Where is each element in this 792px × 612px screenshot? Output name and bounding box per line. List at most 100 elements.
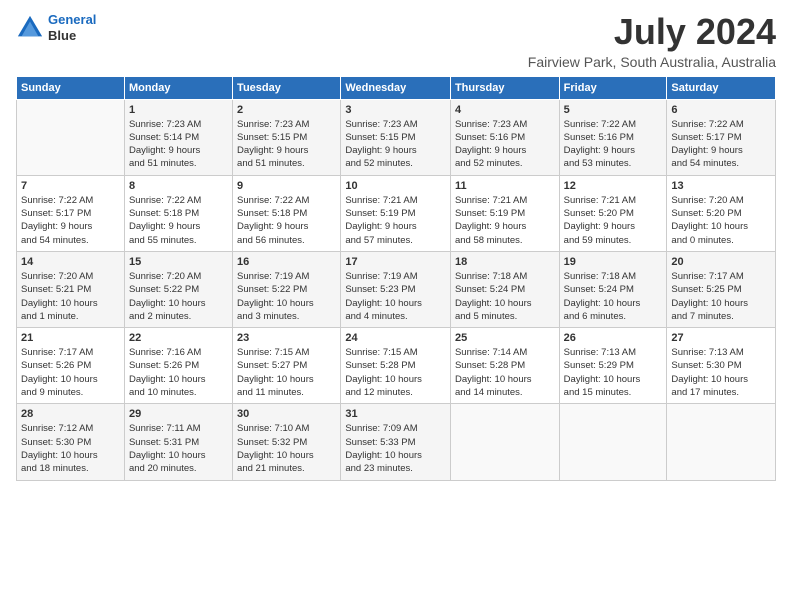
day-info: Sunrise: 7:21 AM Sunset: 5:20 PM Dayligh… (564, 194, 663, 247)
logo: General Blue (16, 12, 96, 43)
day-number: 27 (671, 332, 771, 344)
day-info: Sunrise: 7:20 AM Sunset: 5:21 PM Dayligh… (21, 270, 120, 323)
calendar-table: SundayMondayTuesdayWednesdayThursdayFrid… (16, 76, 776, 481)
day-number: 31 (345, 408, 446, 420)
day-number: 6 (671, 104, 771, 116)
header-day: Monday (124, 76, 232, 99)
day-info: Sunrise: 7:21 AM Sunset: 5:19 PM Dayligh… (345, 194, 446, 247)
calendar-cell: 17 Sunrise: 7:19 AM Sunset: 5:23 PM Dayli… (341, 251, 451, 327)
day-info: Sunrise: 7:17 AM Sunset: 5:26 PM Dayligh… (21, 346, 120, 399)
calendar-cell: 14Sunrise: 7:20 AM Sunset: 5:21 PM Dayli… (17, 251, 125, 327)
calendar-cell: 27 Sunrise: 7:13 AM Sunset: 5:30 PM Dayli… (667, 328, 776, 404)
day-info: Sunrise: 7:15 AM Sunset: 5:27 PM Dayligh… (237, 346, 336, 399)
calendar-cell: 26Sunrise: 7:13 AM Sunset: 5:29 PM Dayli… (559, 328, 667, 404)
day-info: Sunrise: 7:09 AM Sunset: 5:33 PM Dayligh… (345, 422, 446, 475)
day-number: 8 (129, 180, 228, 192)
day-info: Sunrise: 7:23 AM Sunset: 5:14 PM Dayligh… (129, 118, 228, 171)
day-number: 19 (564, 256, 663, 268)
calendar-cell: 15 Sunrise: 7:20 AM Sunset: 5:22 PM Dayli… (124, 251, 232, 327)
page: General Blue July 2024 Fairview Park, So… (0, 0, 792, 612)
day-number: 18 (455, 256, 555, 268)
day-info: Sunrise: 7:23 AM Sunset: 5:15 PM Dayligh… (345, 118, 446, 171)
calendar-cell: 5Sunrise: 7:22 AM Sunset: 5:16 PM Daylig… (559, 99, 667, 175)
day-info: Sunrise: 7:19 AM Sunset: 5:23 PM Dayligh… (345, 270, 446, 323)
calendar-cell: 22 Sunrise: 7:16 AM Sunset: 5:26 PM Dayli… (124, 328, 232, 404)
day-info: Sunrise: 7:18 AM Sunset: 5:24 PM Dayligh… (455, 270, 555, 323)
day-number: 13 (671, 180, 771, 192)
logo-line2: Blue (48, 28, 96, 44)
logo-icon (16, 14, 44, 42)
title-block: July 2024 Fairview Park, South Australia… (528, 12, 776, 70)
day-info: Sunrise: 7:23 AM Sunset: 5:15 PM Dayligh… (237, 118, 336, 171)
calendar-cell: 31 Sunrise: 7:09 AM Sunset: 5:33 PM Dayli… (341, 404, 451, 480)
day-number: 11 (455, 180, 555, 192)
calendar-cell: 11 Sunrise: 7:21 AM Sunset: 5:19 PM Dayli… (450, 175, 559, 251)
week-row: 1 Sunrise: 7:23 AM Sunset: 5:14 PM Daylig… (17, 99, 776, 175)
day-info: Sunrise: 7:11 AM Sunset: 5:31 PM Dayligh… (129, 422, 228, 475)
week-row: 21 Sunrise: 7:17 AM Sunset: 5:26 PM Dayli… (17, 328, 776, 404)
day-number: 12 (564, 180, 663, 192)
calendar-cell: 1 Sunrise: 7:23 AM Sunset: 5:14 PM Daylig… (124, 99, 232, 175)
header-day: Thursday (450, 76, 559, 99)
day-number: 30 (237, 408, 336, 420)
day-info: Sunrise: 7:22 AM Sunset: 5:17 PM Dayligh… (671, 118, 771, 171)
day-number: 16 (237, 256, 336, 268)
day-info: Sunrise: 7:18 AM Sunset: 5:24 PM Dayligh… (564, 270, 663, 323)
day-number: 20 (671, 256, 771, 268)
calendar-cell: 10 Sunrise: 7:21 AM Sunset: 5:19 PM Dayli… (341, 175, 451, 251)
day-number: 21 (21, 332, 120, 344)
header-day: Tuesday (233, 76, 341, 99)
day-number: 2 (237, 104, 336, 116)
day-info: Sunrise: 7:20 AM Sunset: 5:20 PM Dayligh… (671, 194, 771, 247)
calendar-cell (17, 99, 125, 175)
calendar-cell: 13 Sunrise: 7:20 AM Sunset: 5:20 PM Dayli… (667, 175, 776, 251)
logo-line1: General (48, 12, 96, 27)
week-row: 28Sunrise: 7:12 AM Sunset: 5:30 PM Dayli… (17, 404, 776, 480)
day-number: 7 (21, 180, 120, 192)
calendar-cell: 16 Sunrise: 7:19 AM Sunset: 5:22 PM Dayli… (233, 251, 341, 327)
day-info: Sunrise: 7:16 AM Sunset: 5:26 PM Dayligh… (129, 346, 228, 399)
day-number: 26 (564, 332, 663, 344)
day-number: 15 (129, 256, 228, 268)
day-info: Sunrise: 7:10 AM Sunset: 5:32 PM Dayligh… (237, 422, 336, 475)
calendar-cell: 7 Sunrise: 7:22 AM Sunset: 5:17 PM Daylig… (17, 175, 125, 251)
day-info: Sunrise: 7:23 AM Sunset: 5:16 PM Dayligh… (455, 118, 555, 171)
calendar-cell: 24 Sunrise: 7:15 AM Sunset: 5:28 PM Dayli… (341, 328, 451, 404)
header-day: Saturday (667, 76, 776, 99)
day-info: Sunrise: 7:19 AM Sunset: 5:22 PM Dayligh… (237, 270, 336, 323)
calendar-cell (559, 404, 667, 480)
header-day: Sunday (17, 76, 125, 99)
calendar-cell: 12 Sunrise: 7:21 AM Sunset: 5:20 PM Dayli… (559, 175, 667, 251)
logo-text: General Blue (48, 12, 96, 43)
week-row: 7 Sunrise: 7:22 AM Sunset: 5:17 PM Daylig… (17, 175, 776, 251)
calendar-cell: 25Sunrise: 7:14 AM Sunset: 5:28 PM Dayli… (450, 328, 559, 404)
day-number: 3 (345, 104, 446, 116)
day-number: 1 (129, 104, 228, 116)
calendar-cell: 28Sunrise: 7:12 AM Sunset: 5:30 PM Dayli… (17, 404, 125, 480)
calendar-cell: 4 Sunrise: 7:23 AM Sunset: 5:16 PM Daylig… (450, 99, 559, 175)
day-info: Sunrise: 7:13 AM Sunset: 5:30 PM Dayligh… (671, 346, 771, 399)
header-day: Wednesday (341, 76, 451, 99)
header-row: SundayMondayTuesdayWednesdayThursdayFrid… (17, 76, 776, 99)
day-number: 9 (237, 180, 336, 192)
calendar-cell: 20Sunrise: 7:17 AM Sunset: 5:25 PM Dayli… (667, 251, 776, 327)
day-info: Sunrise: 7:22 AM Sunset: 5:17 PM Dayligh… (21, 194, 120, 247)
day-number: 17 (345, 256, 446, 268)
day-number: 22 (129, 332, 228, 344)
day-number: 10 (345, 180, 446, 192)
day-info: Sunrise: 7:21 AM Sunset: 5:19 PM Dayligh… (455, 194, 555, 247)
calendar-cell: 18 Sunrise: 7:18 AM Sunset: 5:24 PM Dayli… (450, 251, 559, 327)
calendar-cell: 6 Sunrise: 7:22 AM Sunset: 5:17 PM Daylig… (667, 99, 776, 175)
calendar-cell: 9 Sunrise: 7:22 AM Sunset: 5:18 PM Daylig… (233, 175, 341, 251)
calendar-cell: 3 Sunrise: 7:23 AM Sunset: 5:15 PM Daylig… (341, 99, 451, 175)
day-info: Sunrise: 7:15 AM Sunset: 5:28 PM Dayligh… (345, 346, 446, 399)
day-number: 5 (564, 104, 663, 116)
day-info: Sunrise: 7:20 AM Sunset: 5:22 PM Dayligh… (129, 270, 228, 323)
day-number: 25 (455, 332, 555, 344)
calendar-cell (667, 404, 776, 480)
day-number: 24 (345, 332, 446, 344)
day-number: 4 (455, 104, 555, 116)
day-number: 23 (237, 332, 336, 344)
calendar-cell: 8Sunrise: 7:22 AM Sunset: 5:18 PM Daylig… (124, 175, 232, 251)
day-info: Sunrise: 7:22 AM Sunset: 5:18 PM Dayligh… (237, 194, 336, 247)
